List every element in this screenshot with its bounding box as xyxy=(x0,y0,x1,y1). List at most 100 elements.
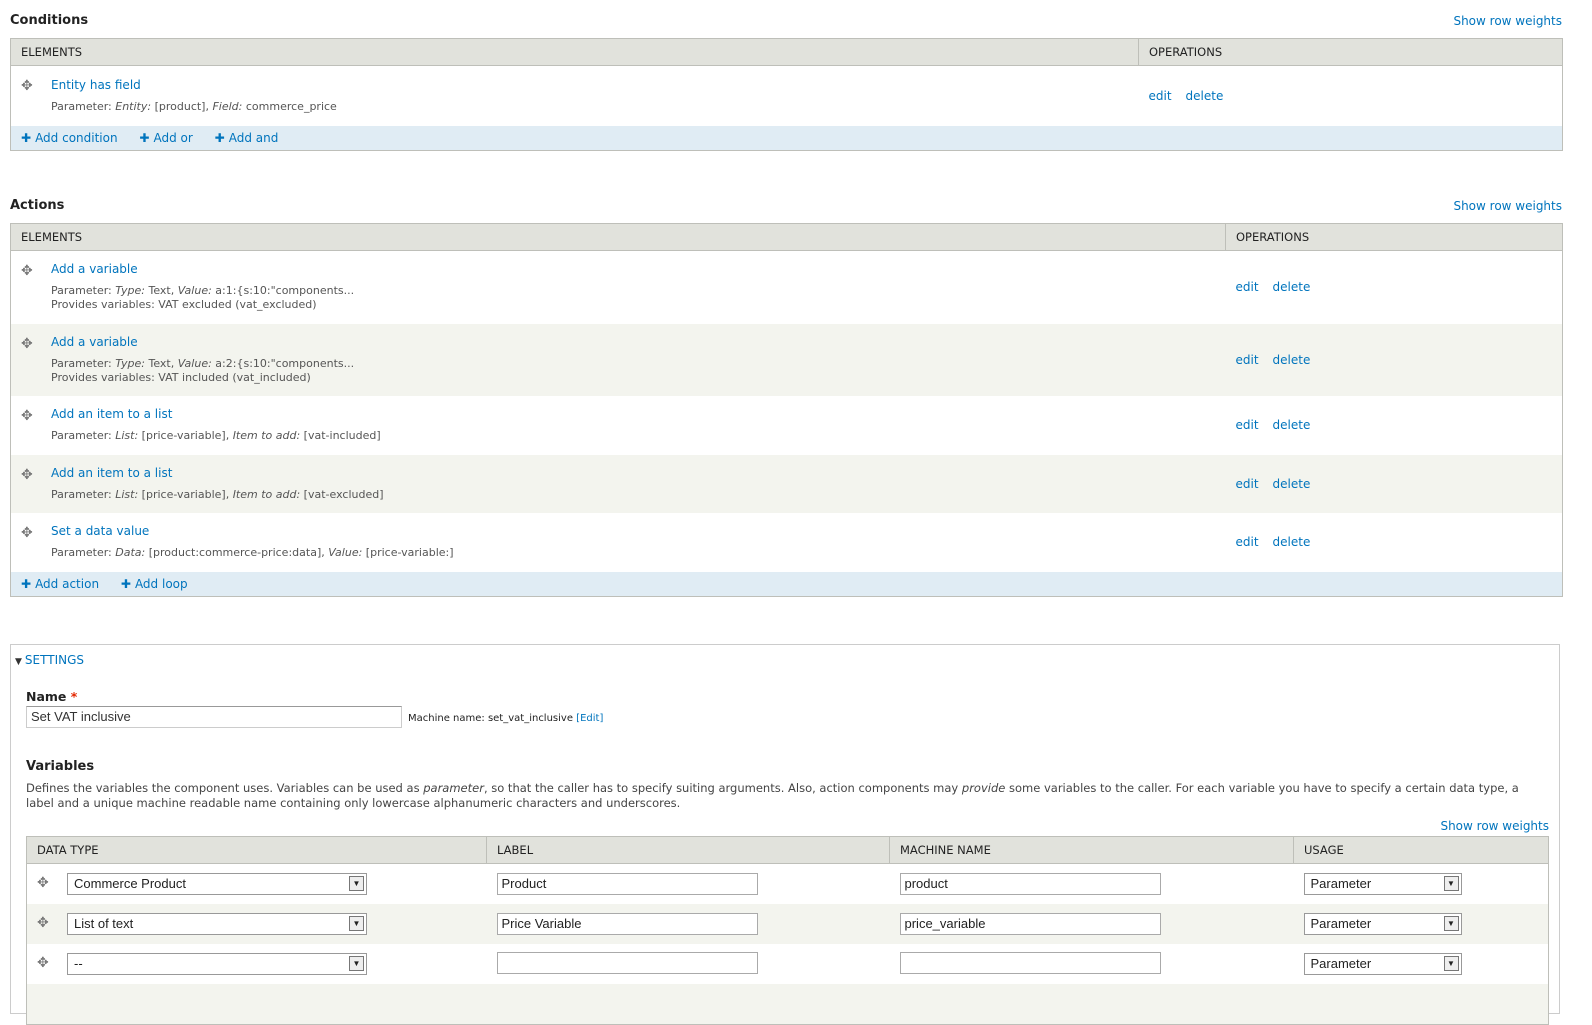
variables-table: DATA TYPE LABEL MACHINE NAME USAGE ✥ Comm… xyxy=(26,836,1549,1025)
action-row: ✥ Add a variable Parameter: Type: Text, … xyxy=(10,250,1563,324)
move-icon[interactable]: ✥ xyxy=(21,336,33,352)
move-icon[interactable]: ✥ xyxy=(37,955,49,971)
add-condition-button[interactable]: ✚ Add condition xyxy=(21,131,118,145)
conditions-table: ELEMENTS OPERATIONS ✥ Entity has field P… xyxy=(10,38,1563,151)
actions-header: Actions Show row weights xyxy=(10,198,1562,218)
action-title-link[interactable]: Add a variable xyxy=(51,262,1226,276)
machine-name-input[interactable] xyxy=(899,951,1161,974)
edit-link[interactable]: edit xyxy=(1236,535,1259,549)
variables-description: Defines the variables the component uses… xyxy=(26,781,1519,810)
edit-link[interactable]: edit xyxy=(1236,418,1259,432)
action-title-link[interactable]: Add an item to a list xyxy=(51,407,1226,421)
action-parameters: Parameter: List: [price-variable], Item … xyxy=(51,487,384,501)
move-icon[interactable]: ✥ xyxy=(37,875,49,891)
data-type-select[interactable]: Commerce Product ▼ xyxy=(67,873,367,895)
move-icon[interactable]: ✥ xyxy=(21,408,33,424)
plus-icon: ✚ xyxy=(21,130,32,145)
delete-link[interactable]: delete xyxy=(1273,535,1311,549)
elements-column-header: ELEMENTS xyxy=(10,38,1139,66)
variable-row: ✥ -- ▼ Parameter ▼ xyxy=(26,944,1549,984)
settings-fieldset: ▼ SETTINGS Name * Set VAT inclusive Machi… xyxy=(10,644,1560,1025)
action-parameters: Parameter: List: [price-variable], Item … xyxy=(51,429,381,442)
add-or-button[interactable]: ✚ Add or xyxy=(139,131,192,145)
conditions-header: Conditions Show row weights xyxy=(10,13,1562,33)
machine-name-input[interactable]: price_variable xyxy=(899,913,1161,935)
variable-row: ✥ Commerce Product ▼ Product product Param… xyxy=(26,863,1549,904)
machine-name-edit-link[interactable]: [Edit] xyxy=(576,713,603,724)
plus-icon: ✚ xyxy=(21,576,32,591)
machine-name: Machine name: set_vat_inclusive [Edit] xyxy=(408,713,604,724)
usage-select[interactable]: Parameter ▼ xyxy=(1303,953,1462,975)
action-row: ✥ Set a data value Parameter: Data: [pro… xyxy=(10,512,1563,572)
condition-title-link[interactable]: Entity has field xyxy=(51,78,1139,92)
chevron-down-icon: ▼ xyxy=(1443,956,1459,971)
chevron-down-icon: ▼ xyxy=(349,956,364,971)
data-type-select[interactable]: List of text ▼ xyxy=(67,913,367,935)
name-input[interactable]: Set VAT inclusive xyxy=(26,706,402,728)
settings-legend-toggle[interactable]: ▼ SETTINGS xyxy=(15,653,84,667)
edit-link[interactable]: edit xyxy=(1236,477,1259,491)
condition-operations: edit delete xyxy=(1138,65,1563,126)
add-and-button[interactable]: ✚ Add and xyxy=(215,131,279,145)
machine-name-column-header: MACHINE NAME xyxy=(889,836,1294,864)
machine-name-input[interactable]: product xyxy=(899,873,1161,895)
variable-row: ✥ List of text ▼ Price Variable price_vari… xyxy=(26,904,1549,944)
label-column-header: LABEL xyxy=(486,836,890,864)
operations-column-header: OPERATIONS xyxy=(1138,38,1563,66)
variables-show-row-weights-link[interactable]: Show row weights xyxy=(1440,819,1549,833)
conditions-add-row: ✚ Add condition ✚ Add or ✚ Add and xyxy=(10,125,1563,150)
label-input[interactable]: Product xyxy=(496,873,758,895)
condition-row: ✥ Entity has field Parameter: Entity: [p… xyxy=(10,65,1563,126)
usage-column-header: USAGE xyxy=(1293,836,1549,864)
usage-select[interactable]: Parameter ▼ xyxy=(1303,873,1462,895)
data-type-column-header: DATA TYPE xyxy=(26,836,487,864)
delete-link[interactable]: delete xyxy=(1186,89,1224,103)
move-icon[interactable]: ✥ xyxy=(21,263,33,279)
action-title-link[interactable]: Set a data value xyxy=(51,524,1226,538)
edit-link[interactable]: edit xyxy=(1149,89,1172,103)
chevron-down-icon: ▼ xyxy=(1443,876,1459,891)
plus-icon: ✚ xyxy=(214,130,225,145)
action-row: ✥ Add a variable Parameter: Type: Text, … xyxy=(10,323,1563,396)
conditions-title: Conditions xyxy=(10,13,89,28)
conditions-show-row-weights-link[interactable]: Show row weights xyxy=(1453,14,1562,28)
triangle-down-icon: ▼ xyxy=(15,657,22,667)
name-label: Name * xyxy=(26,689,78,704)
label-input[interactable] xyxy=(496,951,758,974)
move-icon[interactable]: ✥ xyxy=(21,78,33,94)
delete-link[interactable]: delete xyxy=(1273,280,1311,294)
action-row: ✥ Add an item to a list Parameter: List:… xyxy=(10,395,1563,455)
actions-show-row-weights-link[interactable]: Show row weights xyxy=(1453,199,1562,213)
move-icon[interactable]: ✥ xyxy=(37,915,49,931)
condition-parameters: Parameter: Entity: [product], Field: com… xyxy=(51,99,337,113)
plus-icon: ✚ xyxy=(139,130,150,145)
chevron-down-icon: ▼ xyxy=(1443,916,1459,931)
move-icon[interactable]: ✥ xyxy=(21,525,33,541)
condition-element-cell: ✥ Entity has field Parameter: Entity: [p… xyxy=(10,65,1139,126)
actions-table: ELEMENTS OPERATIONS ✥ Add a variable Par… xyxy=(10,223,1563,597)
chevron-down-icon: ▼ xyxy=(349,876,364,891)
move-icon[interactable]: ✥ xyxy=(21,467,33,483)
action-title-link[interactable]: Add a variable xyxy=(51,335,1226,349)
action-row: ✥ Add an item to a list Parameter: List:… xyxy=(10,454,1563,513)
edit-link[interactable]: edit xyxy=(1236,280,1259,294)
action-parameters: Parameter: Type: Text, Value: a:1:{s:10:… xyxy=(51,284,355,298)
data-type-select[interactable]: -- ▼ xyxy=(67,953,367,975)
action-parameters: Parameter: Data: [product:commerce-price… xyxy=(51,546,454,559)
plus-icon: ✚ xyxy=(120,576,131,591)
required-marker: * xyxy=(70,689,78,704)
operations-column-header: OPERATIONS xyxy=(1225,223,1563,251)
delete-link[interactable]: delete xyxy=(1273,418,1311,432)
action-provides: Provides variables: VAT excluded (vat_ex… xyxy=(51,298,317,312)
add-loop-button[interactable]: ✚ Add loop xyxy=(121,577,188,591)
action-provides: Provides variables: VAT included (vat_in… xyxy=(51,370,311,384)
edit-link[interactable]: edit xyxy=(1236,353,1259,367)
action-title-link[interactable]: Add an item to a list xyxy=(51,466,1226,480)
label-input[interactable]: Price Variable xyxy=(496,913,758,935)
chevron-down-icon: ▼ xyxy=(349,916,364,931)
usage-select[interactable]: Parameter ▼ xyxy=(1303,913,1462,935)
add-action-button[interactable]: ✚ Add action xyxy=(21,577,99,591)
delete-link[interactable]: delete xyxy=(1273,477,1311,491)
delete-link[interactable]: delete xyxy=(1273,353,1311,367)
actions-title: Actions xyxy=(10,198,65,213)
